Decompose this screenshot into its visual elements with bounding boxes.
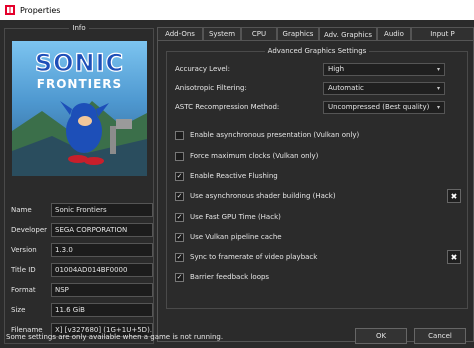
- info-version-row: Version 1.3.0: [11, 243, 153, 257]
- astc-recompression-label: ASTC Recompression Method:: [175, 103, 280, 111]
- close-icon: ✖: [450, 191, 458, 201]
- force-max-clocks-check-row[interactable]: Force maximum clocks (Vulkan only): [175, 149, 465, 163]
- tab-cpu[interactable]: CPU: [241, 27, 277, 40]
- info-title-id-row: Title ID 01004AD014BF0000: [11, 263, 153, 277]
- adv-graphics-panel: Advanced Graphics Settings Accuracy Leve…: [157, 40, 474, 342]
- async-presentation-check-row[interactable]: Enable asynchronous presentation (Vulkan…: [175, 128, 465, 142]
- tab-audio[interactable]: Audio: [377, 27, 411, 40]
- anisotropic-filtering-label: Anisotropic Filtering:: [175, 84, 247, 92]
- fast-gpu-time-label: Use Fast GPU Time (Hack): [190, 213, 281, 221]
- version-label: Version: [11, 246, 37, 254]
- info-name-row: Name Sonic Frontiers: [11, 203, 153, 217]
- app-icon: [5, 5, 15, 15]
- ok-button[interactable]: OK: [355, 328, 407, 344]
- vulkan-pipeline-cache-checkbox[interactable]: ✓: [175, 232, 184, 242]
- fast-gpu-time-checkbox[interactable]: ✓: [175, 212, 184, 222]
- tab-input-profiles[interactable]: Input P: [411, 27, 474, 40]
- check-icon: ✓: [176, 212, 183, 221]
- accuracy-level-label: Accuracy Level:: [175, 65, 231, 73]
- cover-logo-frontiers: FRONTIERS: [36, 77, 123, 91]
- title-id-label: Title ID: [11, 266, 36, 274]
- async-shader-check-row[interactable]: ✓ Use asynchronous shader building (Hack…: [175, 189, 465, 203]
- window-title: Properties: [20, 5, 61, 15]
- astc-recompression-select[interactable]: Uncompressed (Best quality) ▾: [323, 100, 445, 114]
- info-size-row: Size 11.6 GiB: [11, 303, 153, 317]
- tab-adv-graphics[interactable]: Adv. Graphics: [319, 27, 377, 41]
- tab-system[interactable]: System: [203, 27, 241, 40]
- close-icon: ✖: [450, 252, 458, 262]
- tab-add-ons[interactable]: Add-Ons: [157, 27, 203, 40]
- chevron-down-icon: ▾: [436, 65, 440, 73]
- check-icon: ✓: [176, 232, 183, 241]
- reactive-flushing-label: Enable Reactive Flushing: [190, 172, 278, 180]
- async-presentation-label: Enable asynchronous presentation (Vulkan…: [190, 131, 360, 139]
- reactive-flushing-check-row[interactable]: ✓ Enable Reactive Flushing: [175, 169, 465, 183]
- size-field[interactable]: 11.6 GiB: [51, 303, 153, 317]
- anisotropic-filtering-row: Anisotropic Filtering: Automatic ▾: [175, 81, 447, 95]
- barrier-feedback-check-row[interactable]: ✓ Barrier feedback loops: [175, 270, 465, 284]
- check-icon: ✓: [176, 171, 183, 180]
- sync-video-framerate-label: Sync to framerate of video playback: [190, 253, 318, 261]
- reactive-flushing-checkbox[interactable]: ✓: [175, 171, 184, 181]
- accuracy-level-select[interactable]: High ▾: [323, 62, 445, 76]
- developer-field[interactable]: SEGA CORPORATION: [51, 223, 153, 237]
- barrier-feedback-label: Barrier feedback loops: [190, 273, 270, 281]
- advanced-graphics-group: Advanced Graphics Settings Accuracy Leve…: [166, 47, 468, 309]
- async-shader-reset-button[interactable]: ✖: [447, 189, 461, 203]
- name-field[interactable]: Sonic Frontiers: [51, 203, 153, 217]
- force-max-clocks-checkbox[interactable]: [175, 151, 184, 161]
- vulkan-pipeline-cache-check-row[interactable]: ✓ Use Vulkan pipeline cache: [175, 230, 465, 244]
- size-label: Size: [11, 306, 26, 314]
- title-bar: Properties: [0, 0, 474, 20]
- async-presentation-checkbox[interactable]: [175, 130, 184, 140]
- astc-recompression-row: ASTC Recompression Method: Uncompressed …: [175, 100, 447, 114]
- check-icon: ✓: [176, 191, 183, 200]
- advanced-graphics-legend: Advanced Graphics Settings: [264, 47, 370, 55]
- vulkan-pipeline-cache-label: Use Vulkan pipeline cache: [190, 233, 282, 241]
- accuracy-level-row: Accuracy Level: High ▾: [175, 62, 447, 76]
- sync-video-framerate-checkbox[interactable]: ✓: [175, 252, 184, 262]
- format-field[interactable]: NSP: [51, 283, 153, 297]
- fast-gpu-time-check-row[interactable]: ✓ Use Fast GPU Time (Hack): [175, 210, 465, 224]
- tab-graphics[interactable]: Graphics: [277, 27, 319, 40]
- info-format-row: Format NSP: [11, 283, 153, 297]
- cancel-button[interactable]: Cancel: [414, 328, 466, 344]
- async-shader-checkbox[interactable]: ✓: [175, 191, 184, 201]
- developer-label: Developer: [11, 226, 48, 234]
- properties-window: Info SONIC FRONTIERS Name Sonic Frontier: [0, 20, 474, 348]
- chevron-down-icon: ▾: [436, 84, 440, 92]
- force-max-clocks-label: Force maximum clocks (Vulkan only): [190, 152, 319, 160]
- info-group: Info SONIC FRONTIERS Name Sonic Frontier: [4, 24, 154, 344]
- status-message: Some settings are only available when a …: [6, 333, 224, 341]
- sync-video-framerate-check-row[interactable]: ✓ Sync to framerate of video playback ✖: [175, 250, 465, 264]
- cover-logo-sonic: SONIC: [34, 48, 125, 77]
- chevron-down-icon: ▾: [436, 103, 440, 111]
- sync-video-framerate-reset-button[interactable]: ✖: [447, 250, 461, 264]
- barrier-feedback-checkbox[interactable]: ✓: [175, 272, 184, 282]
- check-icon: ✓: [176, 252, 183, 261]
- tab-bar: Add-Ons System CPU Graphics Adv. Graphic…: [157, 27, 474, 41]
- version-field[interactable]: 1.3.0: [51, 243, 153, 257]
- anisotropic-filtering-select[interactable]: Automatic ▾: [323, 81, 445, 95]
- check-icon: ✓: [176, 272, 183, 281]
- name-label: Name: [11, 206, 32, 214]
- format-label: Format: [11, 286, 36, 294]
- game-cover-image: SONIC FRONTIERS: [12, 41, 147, 176]
- title-id-field[interactable]: 01004AD014BF0000: [51, 263, 153, 277]
- info-developer-row: Developer SEGA CORPORATION: [11, 223, 153, 237]
- async-shader-label: Use asynchronous shader building (Hack): [190, 192, 336, 200]
- info-legend: Info: [69, 24, 89, 32]
